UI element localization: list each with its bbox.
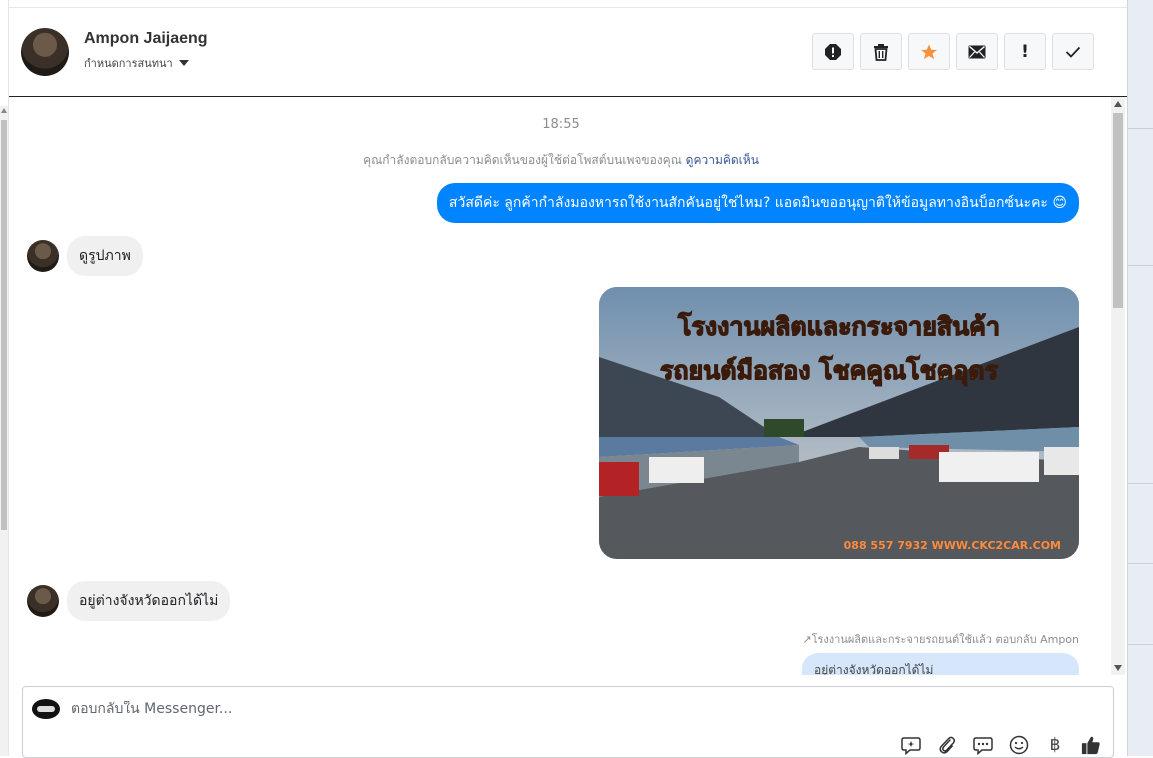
scroll-up-arrow[interactable] — [1114, 101, 1122, 107]
emoji-icon — [1009, 735, 1029, 755]
incoming-message[interactable]: อยู่ต่างจังหวัดออกได้ไม่ — [67, 581, 231, 621]
caret-down-icon — [178, 60, 189, 66]
comment-bubble-icon — [901, 736, 921, 755]
assign-conversation-dropdown[interactable]: กำหนดการสนทนา — [84, 54, 189, 72]
star-button[interactable] — [908, 33, 950, 70]
notice-text: คุณกำลังตอบกลับความคิดเห็นของผู้ใช้ต่อโพ… — [363, 153, 682, 167]
scroll-down-arrow[interactable] — [1114, 665, 1122, 671]
star-icon — [921, 44, 937, 59]
panel-divider — [1128, 128, 1153, 129]
avatar[interactable] — [27, 585, 59, 617]
panel-divider — [1128, 265, 1153, 266]
scroll-thumb[interactable] — [1113, 113, 1123, 308]
page-avatar — [32, 699, 60, 719]
mail-icon — [968, 45, 986, 58]
emoji-button[interactable] — [1009, 735, 1029, 755]
left-scrollbar[interactable] — [0, 106, 8, 756]
outgoing-message[interactable]: สวัสดีค่ะ ลูกค้ากำลังมองหารถใช้งานสักคัน… — [436, 183, 1079, 223]
delete-button[interactable] — [860, 33, 902, 70]
reply-input[interactable] — [71, 701, 871, 717]
reply-arrow-icon: ↗ — [802, 633, 812, 646]
mark-done-button[interactable] — [1052, 33, 1094, 70]
incoming-message-row: ดูรูปภาพ — [27, 236, 143, 276]
avatar[interactable] — [21, 28, 69, 76]
panel-divider — [1128, 644, 1153, 645]
photo-footer: 088 557 7932 WWW.CKC2CAR.COM — [844, 539, 1061, 552]
paperclip-icon — [939, 736, 956, 754]
mark-spam-button[interactable] — [812, 33, 854, 70]
like-button[interactable] — [1081, 735, 1101, 755]
saved-replies-button[interactable] — [973, 735, 993, 755]
thread-scrollbar[interactable] — [1111, 97, 1125, 675]
quoted-message[interactable]: อยู่ต่างจังหวัดออกได้ไม่ — [802, 653, 1079, 675]
baht-icon: ฿ — [1049, 735, 1061, 755]
contact-name[interactable]: Ampon Jaijaeng — [84, 30, 208, 48]
spam-icon — [825, 43, 841, 60]
photo-title-line2: รถยนต์มือสอง โชคคูณโชคอุดร — [660, 355, 999, 387]
incoming-message[interactable]: ดูรูปภาพ — [67, 236, 143, 276]
scroll-thumb[interactable] — [1, 120, 7, 530]
comment-reply-notice: คุณกำลังตอบกลับความคิดเห็นของผู้ใช้ต่อโพ… — [9, 151, 1113, 170]
composer-tools: ฿ — [901, 735, 1101, 755]
panel-divider — [1128, 483, 1153, 484]
header-actions: ! — [812, 33, 1094, 70]
exclamation-icon: ! — [1021, 41, 1029, 62]
photo-title-line1: โรงงานผลิตและกระจายสินค้า — [677, 311, 1000, 341]
timestamp: 18:55 — [542, 117, 580, 132]
thumbs-up-icon — [1081, 736, 1100, 755]
check-icon — [1065, 46, 1081, 58]
trash-icon — [874, 43, 888, 61]
message-composer: ฿ — [22, 686, 1114, 758]
avatar[interactable] — [27, 240, 59, 272]
conversation-header: Ampon Jaijaeng กำหนดการสนทนา ! — [9, 8, 1127, 97]
incoming-message-row: อยู่ต่างจังหวัดออกได้ไม่ — [27, 581, 231, 621]
replied-note: ↗โรงงานผลิตและกระจายรถยนต์ใช้แล้ว ตอบกลั… — [802, 630, 1079, 648]
messenger-window: Ampon Jaijaeng กำหนดการสนทนา ! 18:55 คุณ… — [0, 0, 1153, 758]
payment-button[interactable]: ฿ — [1045, 735, 1065, 755]
shared-photo[interactable]: โรงงานผลิตและกระจายสินค้า รถยนต์มือสอง โ… — [599, 287, 1079, 559]
replied-note-text: โรงงานผลิตและกระจายรถยนต์ใช้แล้ว ตอบกลับ… — [811, 633, 1079, 646]
attach-button[interactable] — [937, 735, 957, 755]
saved-reply-icon — [973, 736, 993, 755]
comment-button[interactable] — [901, 735, 921, 755]
panel-divider — [1128, 563, 1153, 564]
photo-image: โรงงานผลิตและกระจายสินค้า รถยนต์มือสอง โ… — [599, 287, 1079, 559]
conversation-panel: Ampon Jaijaeng กำหนดการสนทนา ! 18:55 คุณ… — [8, 0, 1127, 758]
mark-unread-button[interactable] — [956, 33, 998, 70]
message-thread[interactable]: 18:55 คุณกำลังตอบกลับความคิดเห็นของผู้ใช… — [9, 97, 1113, 675]
view-comment-link[interactable]: ดูความคิดเห็น — [686, 153, 759, 167]
right-side-panel — [1127, 0, 1153, 756]
follow-up-button[interactable]: ! — [1004, 33, 1046, 70]
scroll-up-arrow[interactable] — [1, 108, 7, 113]
assign-label: กำหนดการสนทนา — [84, 57, 173, 70]
